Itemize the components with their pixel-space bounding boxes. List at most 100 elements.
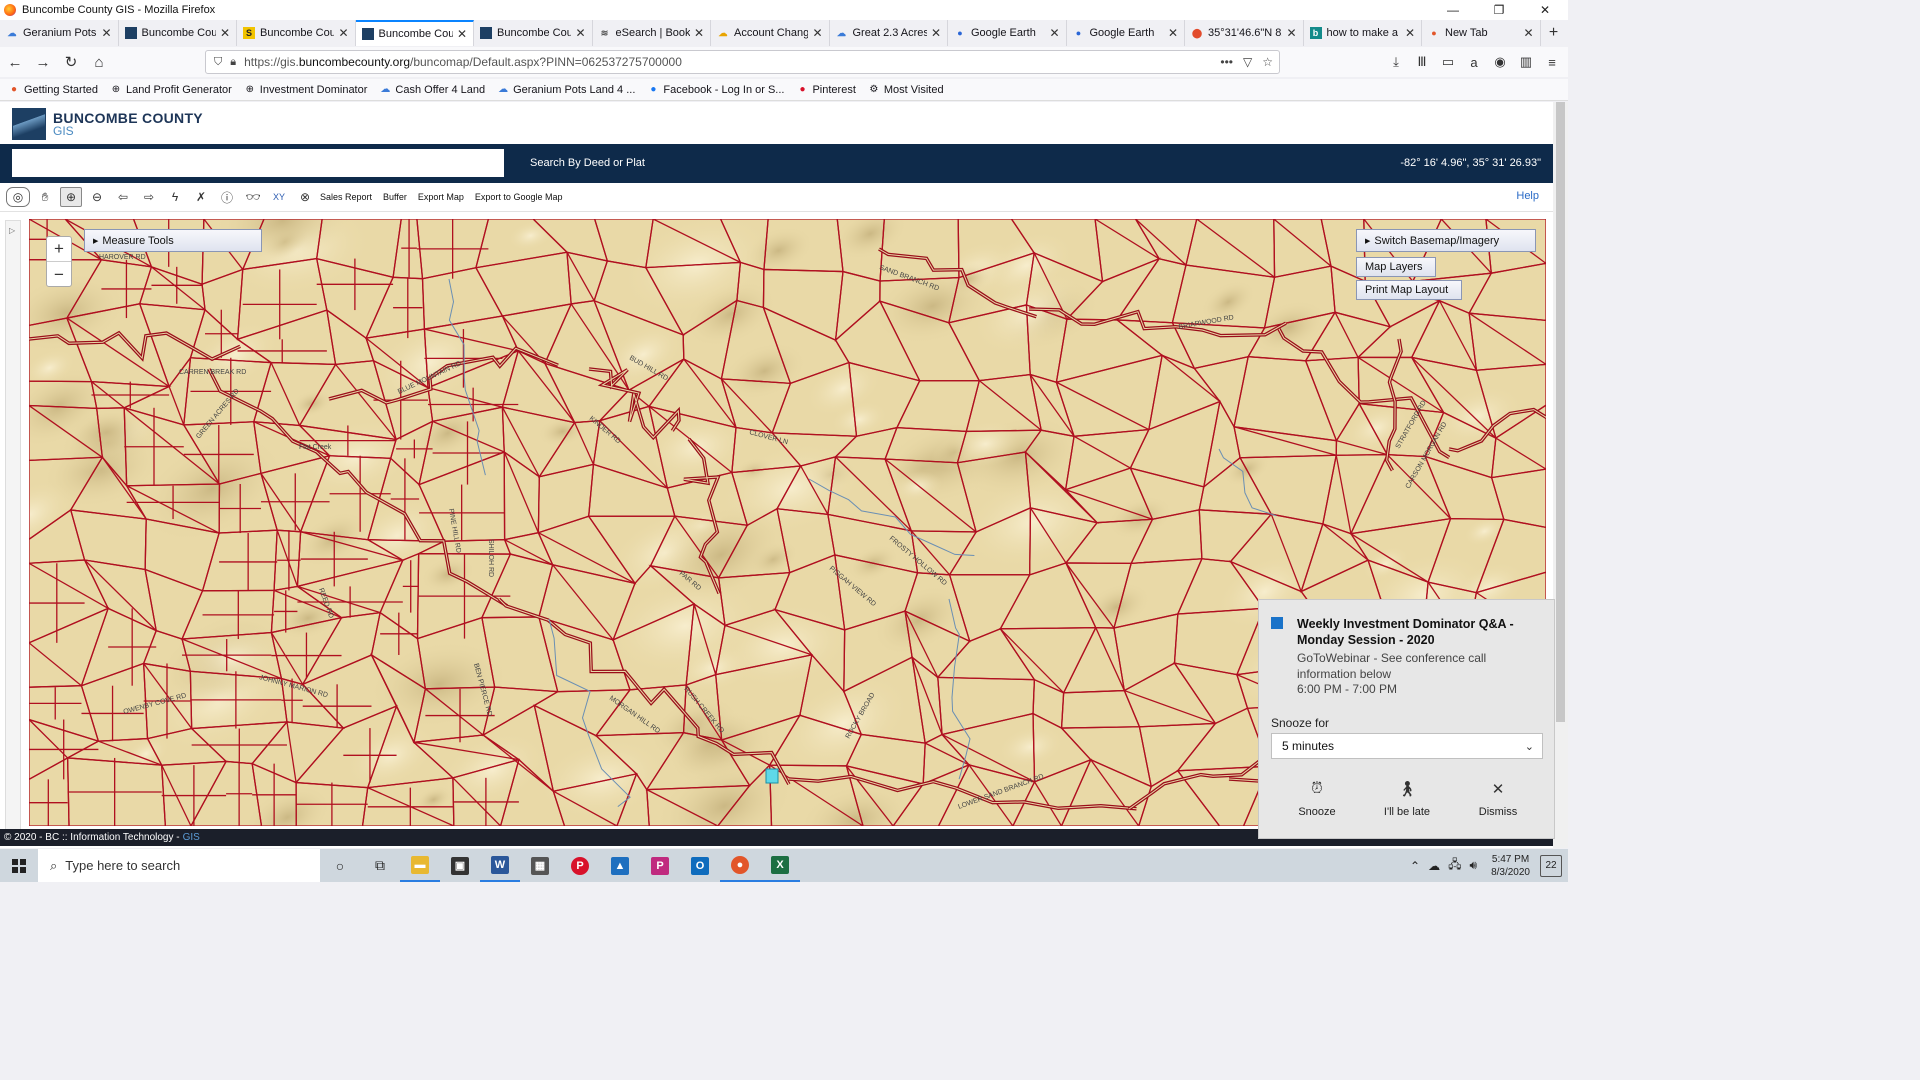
close-tab-icon[interactable]: ✕	[694, 26, 704, 40]
amazon-icon[interactable]: a	[1464, 50, 1484, 74]
switch-basemap-panel[interactable]: ▶ Switch Basemap/Imagery	[1356, 229, 1536, 252]
menu-icon[interactable]: ≡	[1542, 50, 1562, 74]
bookmark-item[interactable]: ⊕ Land Profit Generator	[110, 84, 232, 96]
identify-icon[interactable]: ⓘ	[216, 187, 238, 207]
lock-icon[interactable]: 🔒︎	[230, 56, 236, 69]
close-icon[interactable]: ✕	[1522, 0, 1568, 20]
zoom-out-button[interactable]: −	[47, 262, 71, 287]
scrollbar-thumb[interactable]	[1556, 102, 1565, 722]
bookmark-item[interactable]: ☁ Cash Offer 4 Land	[379, 84, 485, 96]
export-map-link[interactable]: Export Map	[418, 192, 464, 202]
close-tab-icon[interactable]: ✕	[338, 26, 348, 40]
network-icon[interactable]: 🖧︎	[1448, 855, 1461, 876]
new-tab-button[interactable]: +	[1541, 20, 1567, 46]
close-tab-icon[interactable]: ✕	[1286, 26, 1296, 40]
file-explorer-icon[interactable]: ▬	[400, 849, 440, 882]
browser-tab[interactable]: ● New Tab ✕	[1422, 20, 1541, 46]
downloads-icon[interactable]: ⤓	[1386, 50, 1406, 74]
pan-hand-icon[interactable]: ✋︎	[34, 187, 56, 207]
print-map-layout-button[interactable]: Print Map Layout	[1356, 280, 1462, 300]
close-tab-icon[interactable]: ✕	[1405, 26, 1415, 40]
erase-icon[interactable]: ✗	[190, 187, 212, 207]
home-icon[interactable]: ⌂	[86, 49, 112, 75]
browser-tab[interactable]: Buncombe Cou ✕	[119, 20, 237, 46]
browser-tab[interactable]: b how to make a ✕	[1304, 20, 1422, 46]
side-panel-toggle[interactable]: ▷	[5, 220, 21, 830]
selected-parcel-marker[interactable]	[765, 768, 779, 784]
browser-tab[interactable]: ☁ Account Chang ✕	[711, 20, 830, 46]
ill-be-late-button[interactable]: 🚶︎ I'll be late	[1367, 780, 1447, 818]
calculator-icon[interactable]: ▦	[520, 849, 560, 882]
bookmark-item[interactable]: ● Facebook - Log In or S...	[647, 84, 784, 96]
search-by-deed-button[interactable]: Search By Deed or Plat	[530, 157, 645, 169]
photos-icon[interactable]: ▲	[600, 849, 640, 882]
browser-tab[interactable]: S Buncombe Cou ✕	[237, 20, 356, 46]
snooze-button[interactable]: ⏰︎ Snooze	[1277, 780, 1357, 818]
browser-tab[interactable]: ● Google Earth ✕	[1067, 20, 1185, 46]
footer-gis-link[interactable]: GIS	[183, 832, 200, 843]
zoom-in-button[interactable]: +	[47, 237, 71, 262]
zoom-out-icon[interactable]: ⊖	[86, 187, 108, 207]
onedrive-icon[interactable]: ☁	[1428, 859, 1440, 873]
bookmark-star-icon[interactable]: ☆	[1262, 55, 1273, 69]
browser-tab[interactable]: Buncombe Cou ✕	[474, 20, 593, 46]
bookmark-item[interactable]: ⚙ Most Visited	[868, 84, 943, 96]
url-bar[interactable]: ⛉ 🔒︎ https://gis.buncombecounty.org/bunc…	[205, 50, 1280, 74]
close-tab-icon[interactable]: ✕	[931, 26, 941, 40]
cortana-icon[interactable]: ○	[320, 849, 360, 882]
pocket-icon[interactable]: ▽	[1243, 55, 1252, 69]
bookmark-item[interactable]: ● Pinterest	[796, 84, 855, 96]
forward-icon[interactable]: →	[30, 49, 56, 75]
publisher-icon[interactable]: P	[640, 849, 680, 882]
close-tab-icon[interactable]: ✕	[457, 27, 467, 41]
next-extent-icon[interactable]: ⇨	[138, 187, 160, 207]
taskbar-clock[interactable]: 5:47 PM 8/3/2020	[1491, 853, 1530, 879]
close-tab-icon[interactable]: ✕	[101, 26, 111, 40]
map-layers-button[interactable]: Map Layers	[1356, 257, 1436, 277]
browser-tab[interactable]: ≋ eSearch | Book ✕	[593, 20, 711, 46]
zoom-in-icon[interactable]: ⊕	[60, 187, 82, 207]
outlook-icon[interactable]: O	[680, 849, 720, 882]
lightning-icon[interactable]: ϟ	[164, 187, 186, 207]
clear-icon[interactable]: ⊗	[294, 187, 316, 207]
full-extent-icon[interactable]: ◎	[6, 187, 30, 207]
reload-icon[interactable]: ↻	[58, 49, 84, 75]
browser-tab[interactable]: ● Google Earth ✕	[948, 20, 1067, 46]
tray-expand-icon[interactable]: ⌃	[1410, 859, 1420, 873]
previous-extent-icon[interactable]: ⇦	[112, 187, 134, 207]
bookmark-item[interactable]: ● Getting Started	[8, 84, 98, 96]
excel-icon[interactable]: X	[760, 849, 800, 882]
page-scrollbar[interactable]	[1553, 102, 1568, 848]
browser-tab[interactable]: ⬤ 35°31'46.6"N 82 ✕	[1185, 20, 1304, 46]
volume-icon[interactable]: 🔊︎	[1470, 858, 1478, 873]
close-tab-icon[interactable]: ✕	[575, 26, 585, 40]
word-icon[interactable]: W	[480, 849, 520, 882]
library-icon[interactable]: Ⅲ	[1412, 50, 1432, 74]
bookmark-item[interactable]: ☁ Geranium Pots Land 4 ...	[497, 84, 635, 96]
firefox-taskbar-icon[interactable]: ●	[720, 849, 760, 882]
minimize-icon[interactable]: —	[1430, 0, 1476, 20]
reader-icon[interactable]: ▭	[1438, 50, 1458, 74]
buffer-link[interactable]: Buffer	[383, 192, 407, 202]
shield-icon[interactable]: ⛉	[214, 56, 222, 69]
bookmark-item[interactable]: ⊕ Investment Dominator	[244, 84, 368, 96]
store-icon[interactable]: ▣	[440, 849, 480, 882]
close-tab-icon[interactable]: ✕	[1523, 26, 1533, 40]
action-center-icon[interactable]: 22	[1540, 854, 1562, 877]
close-tab-icon[interactable]: ✕	[1168, 26, 1178, 40]
pinterest-icon[interactable]: P	[560, 849, 600, 882]
sales-report-link[interactable]: Sales Report	[320, 192, 372, 202]
extension-icon[interactable]: ▥	[1516, 50, 1536, 74]
close-tab-icon[interactable]: ✕	[812, 26, 822, 40]
task-view-icon[interactable]: ⧉	[360, 849, 400, 882]
snooze-select[interactable]: 5 minutes ⌄	[1271, 733, 1543, 759]
browser-tab[interactable]: ☁ Great 2.3 Acres ✕	[830, 20, 948, 46]
measure-tools-panel[interactable]: ▶ Measure Tools	[84, 229, 262, 252]
export-google-map-link[interactable]: Export to Google Map	[475, 192, 563, 202]
browser-tab[interactable]: ☁ Geranium Pots ✕	[0, 20, 119, 46]
dismiss-button[interactable]: ✕ Dismiss	[1458, 780, 1538, 818]
search-input[interactable]	[12, 149, 504, 177]
account-icon[interactable]: ◉	[1490, 50, 1510, 74]
xy-icon[interactable]: XY	[268, 187, 290, 207]
taskbar-search[interactable]: ⌕ Type here to search	[38, 849, 320, 882]
